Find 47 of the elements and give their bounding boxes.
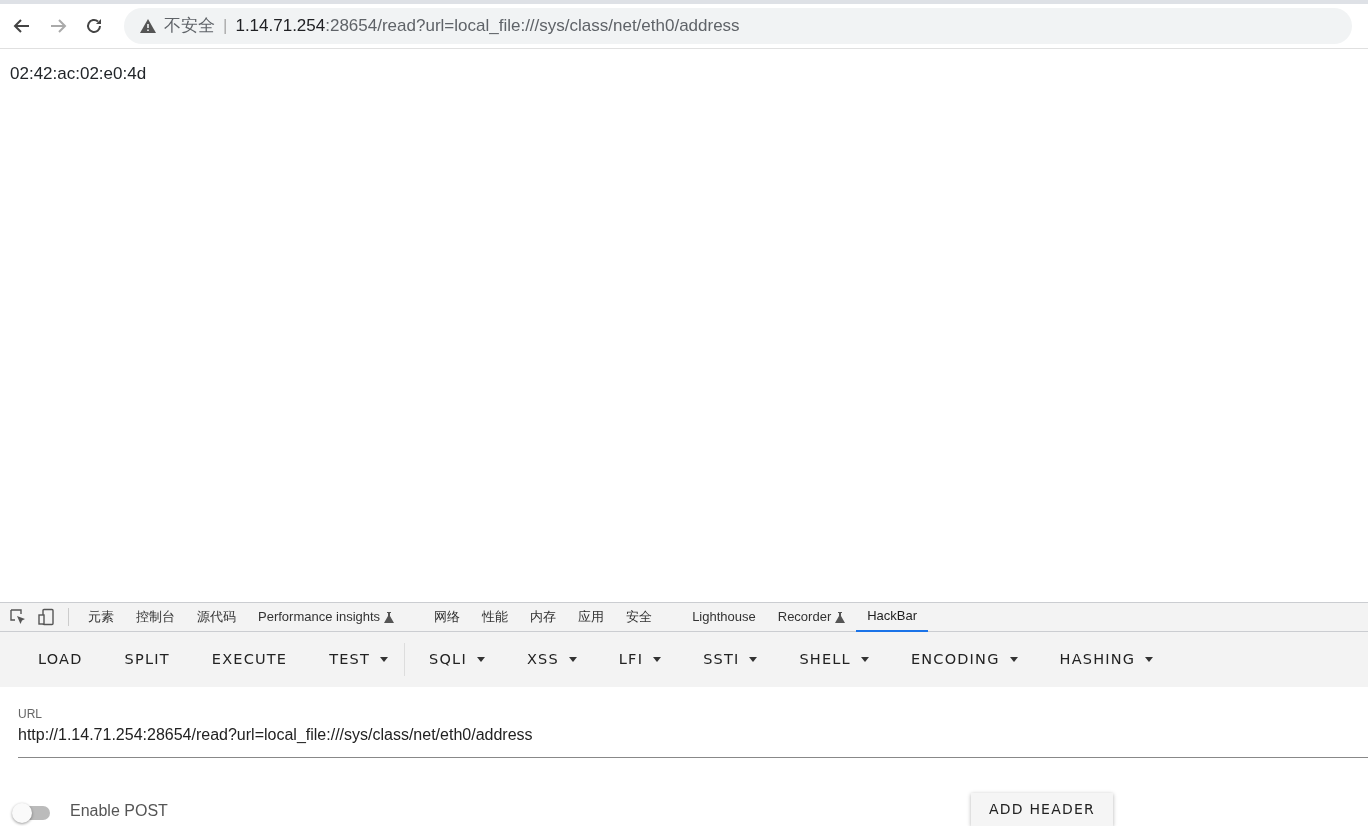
dropdown-button[interactable]: SSTI — [687, 642, 774, 677]
dropdown-button[interactable]: HASHING — [1043, 642, 1170, 677]
security-label: 不安全 — [164, 15, 215, 38]
flask-icon — [384, 611, 395, 623]
devtools-tab[interactable]: Recorder — [766, 602, 857, 632]
toolbar-button[interactable]: LOAD — [22, 642, 99, 677]
devtools-tab[interactable]: 性能 — [471, 602, 520, 632]
caret-icon — [749, 657, 758, 662]
enable-post-switch[interactable] — [14, 806, 50, 820]
cursor-icon — [9, 608, 27, 626]
toolbar-button[interactable]: EXECUTE — [195, 642, 304, 677]
devtools-tab[interactable]: Performance insights — [247, 602, 406, 632]
devtools-tab[interactable]: 安全 — [615, 602, 664, 632]
separator: | — [223, 15, 228, 38]
caret-icon — [860, 657, 869, 662]
dropdown-button[interactable]: SQLI — [413, 642, 501, 677]
url-label: URL — [18, 706, 43, 723]
device-icon — [37, 608, 55, 626]
devtools-tab[interactable]: Lighthouse — [681, 602, 767, 632]
forward-icon — [49, 17, 67, 35]
caret-icon — [568, 657, 577, 662]
switch-label: Enable POST — [70, 801, 168, 821]
warning-icon — [140, 19, 156, 33]
devtools-tab[interactable]: 元素 — [77, 602, 125, 632]
devtools-tab[interactable]: 应用 — [567, 602, 616, 632]
caret-icon — [653, 657, 662, 662]
address-bar[interactable]: 不安全 | 1.14.71.254:28654/read?url=local_file:///sys/class/net/eth0/address — [124, 8, 1352, 44]
caret-icon — [380, 657, 389, 662]
flask-icon — [835, 611, 846, 623]
caret-icon — [476, 657, 485, 662]
dropdown-button[interactable]: XSS — [510, 642, 593, 677]
devtools-tab[interactable]: 源代码 — [186, 602, 247, 632]
page-text: 02:42:ac:02:e0:4d — [10, 64, 147, 83]
toolbar-button[interactable]: SPLIT — [108, 642, 186, 677]
reload-icon — [85, 17, 103, 35]
devtools-tab[interactable]: 内存 — [519, 602, 568, 632]
dropdown-button[interactable]: ENCODING — [894, 642, 1034, 677]
add-header-button[interactable]: ADD HEADER — [971, 793, 1113, 826]
address-text: 1.14.71.254:28654/read?url=local_file:///sys/class/net/eth0/address — [235, 15, 740, 38]
caret-icon — [1145, 657, 1154, 662]
dropdown-button[interactable]: SHELL — [783, 642, 885, 677]
dropdown-button[interactable]: TEST — [313, 642, 406, 677]
dropdown-button[interactable]: LFI — [602, 642, 678, 677]
devtools-tab[interactable]: 网络 — [423, 602, 472, 632]
back-icon — [13, 17, 31, 35]
devtools-tab[interactable]: 控制台 — [125, 602, 186, 632]
caret-icon — [1009, 657, 1018, 662]
